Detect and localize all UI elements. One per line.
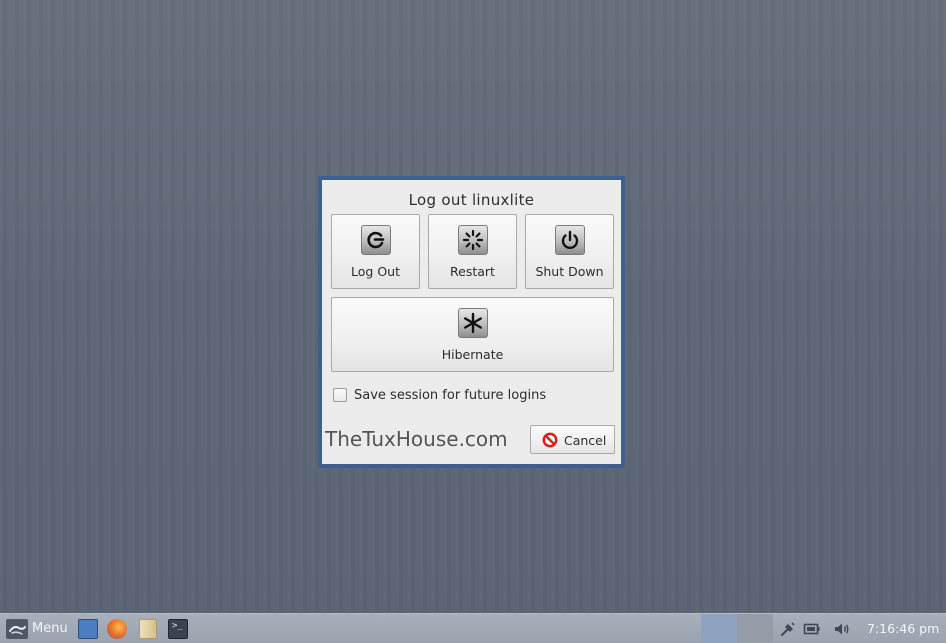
logout-icon	[361, 225, 391, 255]
dialog-title: Log out linuxlite	[408, 191, 535, 209]
menu-label: Menu	[32, 621, 68, 636]
terminal-icon[interactable]: >_	[168, 619, 188, 639]
battery-icon[interactable]	[803, 620, 821, 638]
workspace-1[interactable]	[701, 614, 737, 643]
terminal-prompt-glyph: >_	[172, 621, 183, 631]
menu-button[interactable]: Menu	[4, 617, 72, 641]
logout-dialog: Log out linuxlite Log Out Restart Shut D…	[318, 176, 625, 468]
show-desktop-icon[interactable]	[78, 619, 98, 639]
restart-button[interactable]: Restart	[428, 214, 517, 289]
volume-icon[interactable]	[833, 620, 851, 638]
hibernate-label: Hibernate	[441, 347, 504, 362]
cancel-label: Cancel	[564, 433, 607, 448]
log-out-button[interactable]: Log Out	[331, 214, 420, 289]
restart-label: Restart	[450, 264, 495, 279]
workspace-2[interactable]	[737, 614, 773, 643]
network-icon[interactable]	[779, 620, 797, 638]
save-session-label[interactable]: Save session for future logins	[354, 388, 546, 403]
hibernate-icon	[458, 308, 488, 338]
firefox-icon[interactable]	[107, 619, 127, 639]
watermark-text: TheTuxHouse.com	[325, 427, 508, 451]
clock[interactable]: 7:16:46 pm	[867, 621, 939, 636]
file-manager-icon[interactable]	[139, 619, 157, 639]
shut-down-button[interactable]: Shut Down	[525, 214, 614, 289]
cancel-icon	[542, 432, 558, 452]
logout-dialog-body: Log out linuxlite Log Out Restart Shut D…	[322, 180, 621, 464]
power-icon	[555, 225, 585, 255]
hibernate-button[interactable]: Hibernate	[331, 297, 614, 372]
taskbar: Menu >_ 7:16:46 pm	[0, 613, 946, 643]
log-out-label: Log Out	[351, 264, 400, 279]
restart-icon	[458, 225, 488, 255]
cancel-button[interactable]: Cancel	[530, 425, 615, 454]
shut-down-label: Shut Down	[535, 264, 604, 279]
menu-logo-icon	[6, 619, 28, 639]
save-session-checkbox[interactable]	[333, 388, 347, 402]
